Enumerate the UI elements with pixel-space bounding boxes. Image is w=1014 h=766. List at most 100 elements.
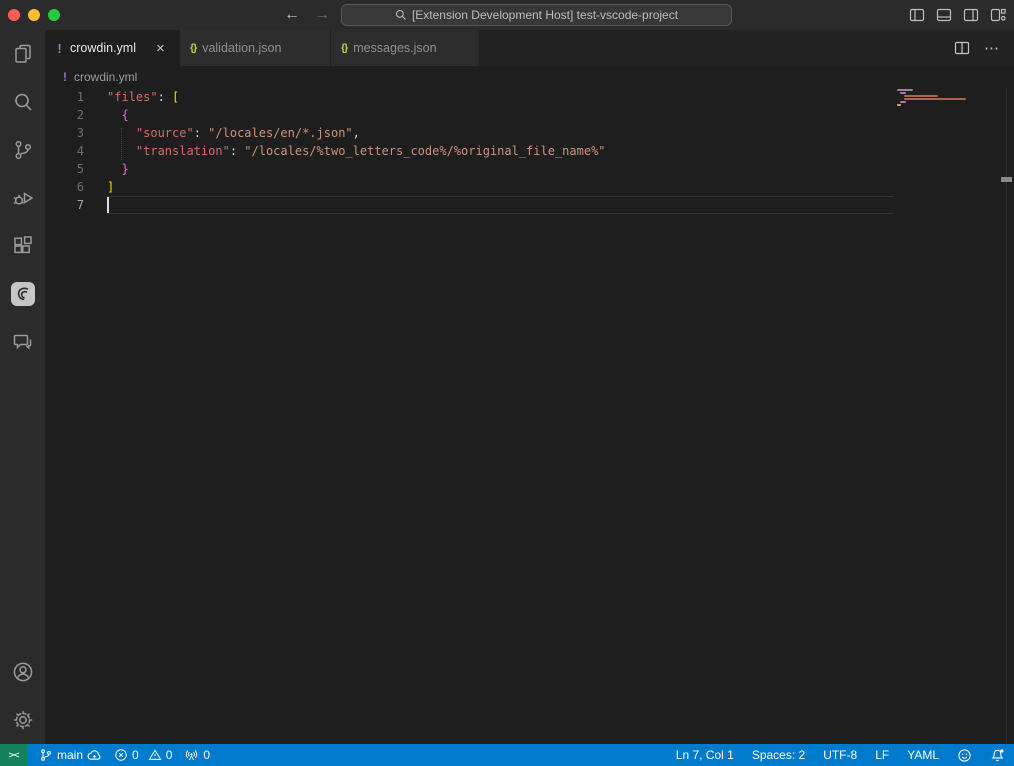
activity-bar: [0, 30, 45, 744]
notifications-item[interactable]: [981, 744, 1014, 766]
tab-crowdin-yml[interactable]: ! crowdin.yml ×: [45, 30, 180, 66]
cursor-position: Ln 7, Col 1: [676, 748, 734, 762]
close-window-button[interactable]: [8, 9, 20, 21]
ports-item[interactable]: 0: [178, 744, 216, 766]
code-line[interactable]: 6]: [45, 178, 1014, 196]
line-number: 3: [45, 124, 107, 142]
line-number: 4: [45, 142, 107, 160]
language-mode: YAML: [907, 748, 939, 762]
code-editor[interactable]: 1"files": [2 {3 "source": "/locales/en/*…: [45, 88, 1014, 744]
code-token: [107, 108, 121, 122]
radio-tower-icon: [184, 748, 199, 762]
search-view-icon[interactable]: [0, 78, 45, 126]
cursor-position-item[interactable]: Ln 7, Col 1: [667, 744, 743, 766]
warning-count: 0: [166, 748, 173, 762]
minimap[interactable]: [895, 88, 1006, 208]
code-line[interactable]: 1"files": [: [45, 88, 1014, 106]
vscode-window: ← → [Extension Development Host] test-vs…: [0, 0, 1014, 766]
accounts-icon[interactable]: [0, 648, 45, 696]
code-token: "/locales/%two_letters_code%/%original_f…: [244, 144, 605, 158]
split-editor-icon[interactable]: [954, 40, 970, 56]
eol: LF: [875, 748, 889, 762]
code-token: [107, 162, 121, 176]
problems-item[interactable]: 0 0: [108, 744, 178, 766]
minimap-line: [897, 104, 901, 106]
command-center-search[interactable]: [Extension Development Host] test-vscode…: [341, 4, 732, 26]
zoom-window-button[interactable]: [48, 9, 60, 21]
title-bar: ← → [Extension Development Host] test-vs…: [0, 0, 1014, 30]
current-line-highlight: [107, 196, 893, 214]
code-line[interactable]: 7: [45, 196, 1014, 214]
tab-label: validation.json: [202, 41, 281, 55]
minimap-line: [904, 98, 966, 100]
scrollbar-decoration: [1001, 177, 1012, 182]
tab-messages-json[interactable]: {} messages.json: [331, 30, 480, 66]
code-token: "/locales/en/*.json": [208, 126, 353, 140]
indentation-item[interactable]: Spaces: 2: [743, 744, 814, 766]
code-token: :: [230, 144, 244, 158]
warning-icon: [148, 748, 162, 762]
more-actions-icon[interactable]: ⋯: [984, 39, 1000, 57]
language-mode-item[interactable]: YAML: [898, 744, 948, 766]
code-token: {: [121, 108, 128, 122]
indent-guide: [121, 128, 122, 160]
tab-label: crowdin.yml: [70, 41, 136, 55]
crowdin-extension-icon[interactable]: [0, 270, 45, 318]
code-lines: 1"files": [2 {3 "source": "/locales/en/*…: [45, 88, 1014, 214]
search-icon: [395, 9, 407, 21]
settings-gear-icon[interactable]: [0, 696, 45, 744]
scrollbar-track[interactable]: [1006, 88, 1007, 744]
run-and-debug-icon[interactable]: [0, 174, 45, 222]
error-icon: [114, 748, 128, 762]
toggle-primary-sidebar-icon[interactable]: [909, 7, 925, 23]
code-token: [: [172, 90, 179, 104]
close-tab-icon[interactable]: ×: [156, 41, 165, 56]
code-token: "source": [136, 126, 194, 140]
json-file-icon: {}: [190, 42, 196, 54]
json-file-icon: {}: [341, 42, 347, 54]
status-bar: >< main 0 0: [0, 744, 1014, 766]
navigate-forward-icon[interactable]: →: [310, 3, 334, 27]
branch-name: main: [57, 748, 83, 762]
eol-item[interactable]: LF: [866, 744, 898, 766]
minimap-line: [904, 95, 938, 97]
code-token: :: [194, 126, 208, 140]
toggle-panel-icon[interactable]: [936, 7, 952, 23]
navigate-back-icon[interactable]: ←: [280, 3, 304, 27]
minimap-line: [900, 92, 906, 94]
code-line[interactable]: 5 }: [45, 160, 1014, 178]
sync-cloud-icon: [87, 749, 102, 762]
line-content: "source": "/locales/en/*.json",: [107, 124, 360, 142]
encoding: UTF-8: [823, 748, 857, 762]
branch-icon: [39, 748, 53, 762]
explorer-icon[interactable]: [0, 30, 45, 78]
extensions-icon[interactable]: [0, 222, 45, 270]
toggle-secondary-sidebar-icon[interactable]: [963, 7, 979, 23]
code-line[interactable]: 4 "translation": "/locales/%two_letters_…: [45, 142, 1014, 160]
encoding-item[interactable]: UTF-8: [814, 744, 866, 766]
remote-indicator[interactable]: ><: [0, 744, 27, 766]
code-token: ]: [107, 180, 114, 194]
code-token: :: [158, 90, 172, 104]
minimap-line: [900, 101, 906, 103]
minimize-window-button[interactable]: [28, 9, 40, 21]
tab-label: messages.json: [353, 41, 436, 55]
feedback-item[interactable]: [948, 744, 981, 766]
code-token: ,: [353, 126, 360, 140]
indentation: Spaces: 2: [752, 748, 805, 762]
line-content: {: [107, 106, 129, 124]
code-line[interactable]: 2 {: [45, 106, 1014, 124]
git-branch-item[interactable]: main: [33, 744, 108, 766]
breadcrumb-file: crowdin.yml: [74, 70, 137, 84]
editor-group: ! crowdin.yml × {} validation.json {} me…: [45, 30, 1014, 744]
window-title: [Extension Development Host] test-vscode…: [412, 8, 678, 22]
line-content: "translation": "/locales/%two_letters_co…: [107, 142, 606, 160]
remote-icon: ><: [8, 750, 18, 761]
tab-validation-json[interactable]: {} validation.json: [180, 30, 331, 66]
customize-layout-icon[interactable]: [990, 7, 1006, 23]
line-number: 7: [45, 196, 107, 214]
code-line[interactable]: 3 "source": "/locales/en/*.json",: [45, 124, 1014, 142]
source-control-icon[interactable]: [0, 126, 45, 174]
breadcrumb[interactable]: ! crowdin.yml: [45, 66, 1014, 88]
comments-icon[interactable]: [0, 318, 45, 366]
